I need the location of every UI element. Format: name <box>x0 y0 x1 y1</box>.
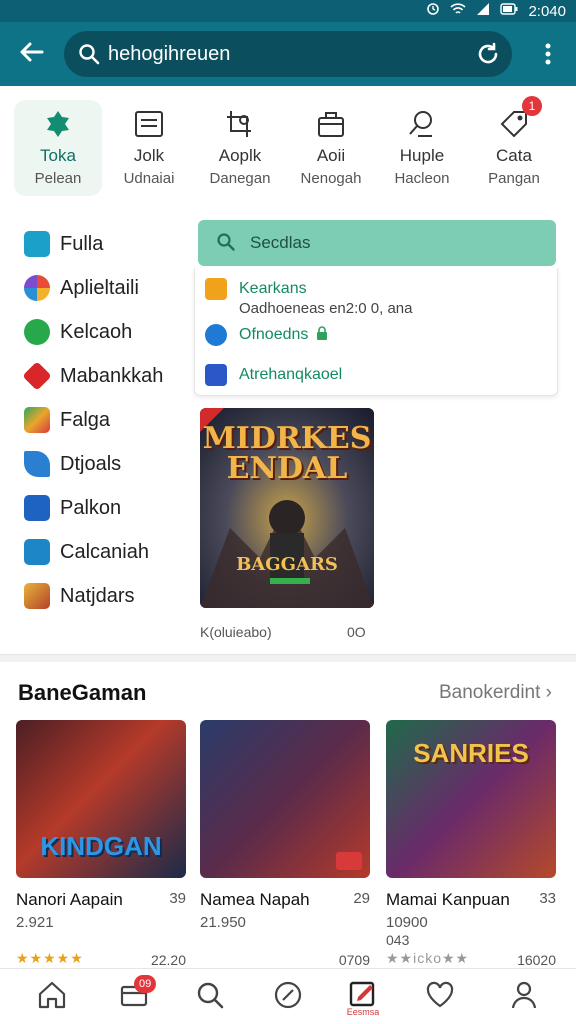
chevron-right-icon: › <box>545 682 552 703</box>
star-rating: ★★icko★★ <box>386 950 470 966</box>
puzzle-icon <box>47 111 69 137</box>
sidebar-item-natjdars[interactable]: Natjdars <box>24 580 134 612</box>
app-bar: hehogihreuen <box>0 22 576 86</box>
sidebar-item-dtjoals[interactable]: Dtjoals <box>24 448 121 480</box>
more-options-button[interactable] <box>538 40 558 68</box>
refresh-icon[interactable] <box>476 42 500 66</box>
game-count: 33 <box>539 890 556 907</box>
featured-caption: K(oluieabo) <box>200 624 272 640</box>
nav-explore[interactable] <box>268 979 308 1019</box>
featured-extra: 0O <box>347 624 366 640</box>
see-all-link[interactable]: Banokerdint › <box>439 682 552 704</box>
swap-icon <box>24 495 50 521</box>
nav-badge: 09 <box>134 975 157 993</box>
sidebar-item-aplieltaili[interactable]: Aplieltaili <box>24 272 139 304</box>
nav-active[interactable]: Eesmsa <box>343 979 383 1019</box>
refresh-icon <box>24 319 50 345</box>
notification-badge: 1 <box>522 96 542 116</box>
list-icon <box>135 111 163 137</box>
nav-search[interactable] <box>190 979 230 1019</box>
home-icon <box>38 981 66 1009</box>
nav-home[interactable] <box>32 979 72 1019</box>
search-icon <box>78 43 100 65</box>
category-aoii[interactable]: Aoii Nenogah <box>287 100 375 196</box>
search-icon <box>216 232 236 257</box>
category-huple[interactable]: Huple Hacleon <box>378 100 466 196</box>
compass-icon <box>274 981 302 1009</box>
wifi-icon <box>450 2 467 20</box>
battery-icon <box>500 2 518 20</box>
game-sub: 2.921 <box>16 914 54 931</box>
badge-icon <box>336 852 362 870</box>
status-bar: 2:040 <box>0 0 576 22</box>
pinwheel-icon <box>24 275 50 301</box>
sidebar-item-fulla[interactable]: Fulla <box>24 228 103 260</box>
featured-bottom-text: BAGGARS <box>236 554 338 575</box>
status-time: 2:040 <box>528 2 566 20</box>
game-art <box>200 720 370 878</box>
globe-icon <box>205 324 227 346</box>
sidebar-item-kelcaoh[interactable]: Kelcaoh <box>24 316 132 348</box>
game-meta: 0709 <box>338 952 370 968</box>
game-count: 39 <box>169 890 186 907</box>
back-button[interactable] <box>16 36 48 68</box>
game-name: Namea Napah <box>200 890 310 909</box>
game-count: 29 <box>353 890 370 907</box>
flag-icon <box>24 231 50 257</box>
arrow-left-icon <box>20 42 44 62</box>
bottom-nav: 09 Eesmsa <box>0 968 576 1024</box>
signal-icon <box>476 2 490 20</box>
nav-active-label: Eesmsa <box>346 1007 380 1017</box>
category-strip: Toka Pelean Jolk Udnaiai Aoplk Danegan A… <box>0 88 576 206</box>
crop-icon <box>227 111 251 137</box>
arrow-icon <box>24 539 50 565</box>
result-item[interactable]: Ofnoedns <box>205 320 328 350</box>
search-icon <box>197 982 224 1009</box>
nav-inbox[interactable]: 09 <box>114 975 157 1019</box>
search-input[interactable]: hehogihreuen <box>108 43 230 66</box>
play-icon <box>24 407 50 433</box>
alarm-icon <box>426 2 440 20</box>
game-name: Mamai Kanpuan <box>386 890 510 909</box>
category-jolk[interactable]: Jolk Udnaiai <box>105 100 193 196</box>
results-header[interactable]: Secdlas <box>198 220 556 266</box>
results-list: Kearkans Oadhoeneas en2:0 0, ana Ofnoedn… <box>194 268 558 396</box>
game-sub: 21.950 <box>200 914 246 931</box>
sidebar-item-falga[interactable]: Falga <box>24 404 110 436</box>
featured-title: MIDRKES ENDAL <box>202 421 372 486</box>
sidebar-item-mabankkah[interactable]: Mabankkah <box>22 360 163 392</box>
result-meta: Oadhoeneas en2:0 0, ana <box>239 300 413 317</box>
game-sub: 10900 <box>386 914 428 931</box>
game-icon <box>24 583 50 609</box>
section-title: BaneGaman <box>18 680 147 705</box>
user-icon <box>511 981 537 1009</box>
game-meta: 16020 <box>517 952 556 968</box>
feather-icon <box>24 451 50 477</box>
nav-profile[interactable] <box>504 979 544 1019</box>
game-art: KINDGAN <box>16 720 186 878</box>
lock-icon <box>316 325 328 345</box>
briefcase-icon <box>318 112 344 137</box>
feather-icon <box>205 364 227 386</box>
category-aoplk[interactable]: Aoplk Danegan <box>196 100 284 196</box>
game-meta: 22.20 <box>150 952 186 968</box>
nav-favorites[interactable] <box>420 979 460 1019</box>
search-bar[interactable]: hehogihreuen <box>64 31 512 77</box>
game-art: SANRIES <box>386 720 556 878</box>
category-cata[interactable]: 1 Cata Pangan <box>470 96 558 196</box>
featured-game-card[interactable]: MIDRKES ENDAL BAGGARS <box>200 408 374 608</box>
heart-icon <box>426 981 454 1008</box>
sidebar-item-palkon[interactable]: Palkon <box>24 492 121 524</box>
game-sub: 043 <box>386 932 410 948</box>
category-toka[interactable]: Toka Pelean <box>14 100 102 196</box>
section-divider <box>0 654 576 662</box>
sidebar-item-calcaniah[interactable]: Calcaniah <box>24 536 149 568</box>
diamond-icon <box>22 361 52 391</box>
game-name: Nanori Aapain <box>16 890 123 909</box>
cat-icon <box>205 278 227 300</box>
result-item[interactable]: Atrehanqkaoel <box>205 360 342 390</box>
more-vertical-icon <box>545 43 551 65</box>
user-search-icon <box>409 111 432 137</box>
star-rating: ★★★★★ <box>16 950 84 966</box>
